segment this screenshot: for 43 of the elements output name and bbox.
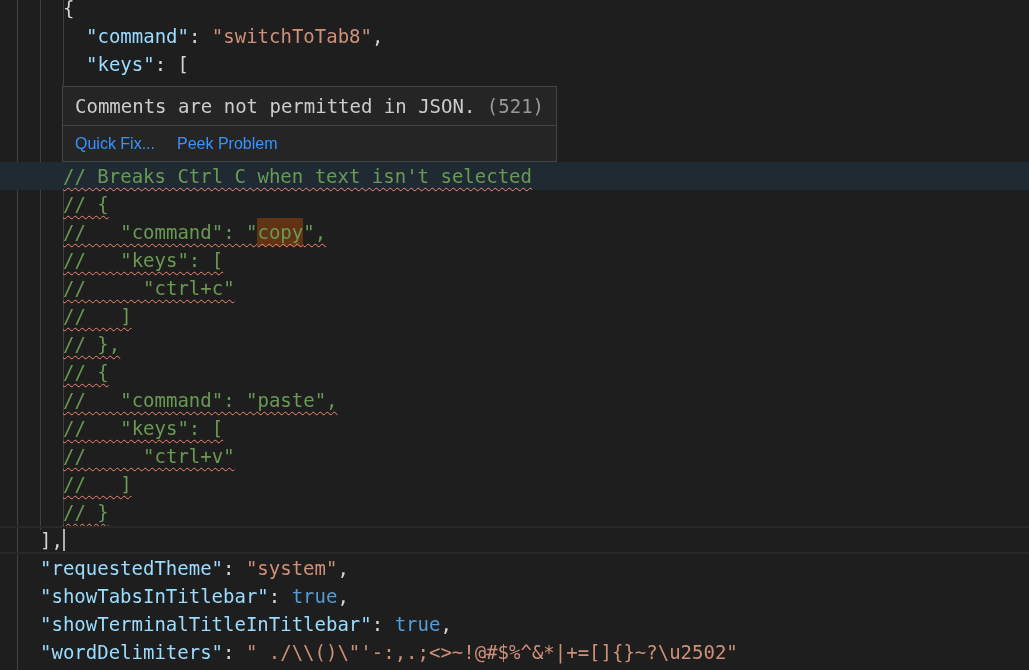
action-link[interactable]: Peek Problem: [177, 134, 278, 153]
code-key: "showTerminalTitleInTitlebar": [40, 610, 372, 638]
code-comment: // Breaks Ctrl C when text isn't selected: [63, 164, 532, 189]
code-comment: // {: [63, 192, 109, 217]
code-comment: // }: [63, 500, 109, 525]
code-punctuation: :: [268, 584, 282, 609]
code-punctuation: :: [223, 640, 236, 665]
code-key: "showTabsInTitlebar": [40, 582, 269, 610]
code-editor[interactable]: [0, 0, 1029, 670]
code-comment: // "ctrl+c": [63, 276, 235, 301]
code-punctuation: : [: [154, 52, 189, 77]
text-cursor: [62, 529, 65, 551]
code-comment: // "keys": [: [63, 248, 224, 273]
code-comment: ",: [303, 220, 327, 245]
code-comment: // {: [63, 360, 109, 385]
code-key: "requestedTheme": [40, 554, 224, 582]
code-keyword: true: [291, 584, 338, 609]
code-string: "switchToTab8": [211, 24, 372, 49]
action-link[interactable]: Quick Fix...: [75, 134, 155, 153]
code-comment: // "keys": [: [63, 416, 224, 441]
code-string: " ./\\()\"'-:,.;<>~!@#$%^&*|+=[]{}~?\u2502": [245, 640, 738, 666]
code-comment: copy: [257, 218, 304, 246]
code-comment: // ]: [63, 304, 132, 329]
code-comment: // "command": ": [63, 220, 258, 245]
code-comment: // "ctrl+v": [63, 444, 235, 469]
code-punctuation: ,: [440, 612, 452, 637]
code-comment: // },: [63, 332, 121, 357]
code-punctuation: ,: [337, 556, 349, 581]
code-key: "wordDelimiters": [40, 638, 224, 666]
code-keyword: true: [394, 612, 441, 637]
code-punctuation: :: [371, 612, 385, 637]
code-punctuation: :: [223, 556, 236, 581]
code-punctuation: {: [63, 0, 75, 21]
code-comment: // "command": "paste",: [63, 388, 338, 413]
code-key: "command": [86, 22, 189, 50]
code-string: "system": [245, 556, 338, 581]
error-message: Comments are not permitted in JSON. (521): [74, 94, 546, 119]
code-key: "keys": [86, 50, 155, 78]
code-comment: // ]: [63, 472, 132, 497]
code-punctuation: ],: [40, 528, 63, 553]
code-punctuation: ,: [337, 584, 349, 609]
code-punctuation: ,: [372, 24, 384, 49]
code-punctuation: :: [188, 24, 202, 49]
